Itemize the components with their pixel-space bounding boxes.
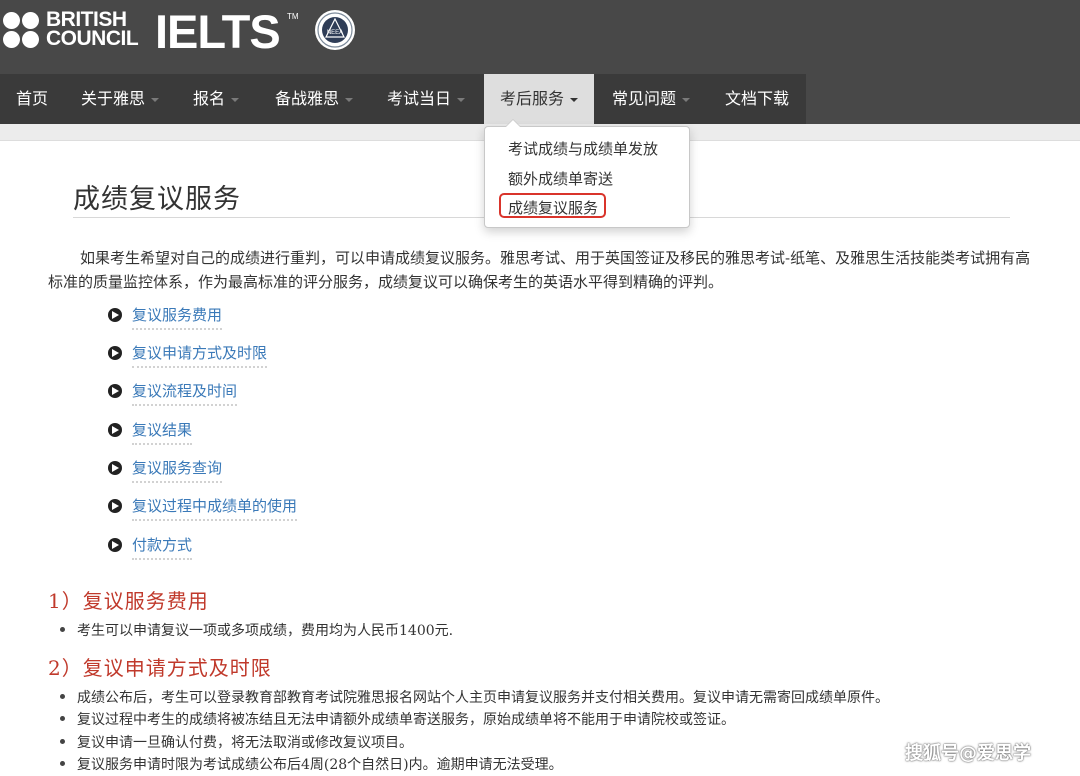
- main-nav: 首页 关于雅思 报名 备战雅思 考试当日 考后服务 常见问题 文档下载: [0, 74, 806, 124]
- nav-item-downloads[interactable]: 文档下载: [709, 74, 805, 124]
- list-item: 复议申请一旦确认付费，将无法取消或修改复议项目。: [60, 733, 413, 753]
- section-heading-fee: 1）复议服务费用: [48, 589, 209, 613]
- nav-item-prepare[interactable]: 备战雅思: [259, 74, 369, 124]
- arrow-circle-right-icon: [108, 423, 122, 437]
- arrow-circle-right-icon: [108, 308, 122, 322]
- toc-link[interactable]: 付款方式: [132, 534, 193, 560]
- list-item: 复议服务申请时限为考试成绩公布后4周(28个自然日)内。逾期申请无法受理。: [60, 755, 563, 775]
- arrow-circle-right-icon: [108, 461, 122, 475]
- toc-link[interactable]: 复议结果: [132, 419, 193, 445]
- nav-item-test-day[interactable]: 考试当日: [371, 74, 481, 124]
- ielts-trademark: TM: [287, 12, 299, 21]
- chevron-down-icon: [345, 97, 354, 102]
- arrow-circle-right-icon: [108, 499, 122, 513]
- nav-item-register[interactable]: 报名: [177, 74, 255, 124]
- page-title: 成绩复议服务: [73, 184, 241, 215]
- chevron-down-icon: [231, 97, 240, 102]
- chevron-down-icon: [570, 97, 579, 102]
- ielts-logo[interactable]: IELTS: [155, 6, 281, 58]
- list-item: 考生可以申请复议一项或多项成绩，费用均为人民币1400元.: [60, 621, 453, 641]
- dropdown-item-scores[interactable]: 考试成绩与成绩单发放: [508, 138, 658, 159]
- dropdown-item-extra-trf[interactable]: 额外成绩单寄送: [508, 168, 613, 189]
- arrow-circle-right-icon: [108, 384, 122, 398]
- nav-item-home[interactable]: 首页: [0, 74, 64, 124]
- chevron-down-icon: [682, 97, 691, 102]
- bullet-icon: [60, 738, 65, 744]
- toc-link[interactable]: 复议服务费用: [132, 304, 223, 330]
- arrow-circle-right-icon: [108, 538, 122, 552]
- british-council-wordmark: BRITISH COUNCIL: [46, 8, 139, 50]
- toc-link[interactable]: 复议服务查询: [132, 457, 223, 483]
- toc-link[interactable]: 复议过程中成绩单的使用: [132, 495, 298, 521]
- bullet-icon: [60, 626, 65, 632]
- british-council-dots-icon: [3, 12, 41, 50]
- chevron-down-icon: [151, 97, 160, 102]
- neea-seal-icon: NEEA: [315, 10, 355, 50]
- svg-text:NEEA: NEEA: [327, 30, 343, 36]
- british-council-logo[interactable]: BRITISH COUNCIL: [3, 8, 139, 52]
- toc-link[interactable]: 复议申请方式及时限: [132, 342, 268, 368]
- nav-filler: [806, 74, 1080, 124]
- list-item: 复议过程中考生的成绩将被冻结且无法申请额外成绩单寄送服务，原始成绩单将不能用于申…: [60, 710, 735, 730]
- bullet-icon: [60, 760, 65, 766]
- site-header: BRITISH COUNCIL IELTS TM NEEA: [0, 0, 1080, 74]
- toc-link[interactable]: 复议流程及时间: [132, 380, 238, 406]
- chevron-down-icon: [457, 97, 466, 102]
- nav-item-after-test[interactable]: 考后服务: [484, 74, 594, 124]
- nav-item-about[interactable]: 关于雅思: [65, 74, 175, 124]
- list-item: 成绩公布后，考生可以登录教育部教育考试院雅思报名网站个人主页申请复议服务并支付相…: [60, 688, 889, 708]
- intro-paragraph: 如果考生希望对自己的成绩进行重判，可以申请成绩复议服务。雅思考试、用于英国签证及…: [48, 249, 1031, 291]
- watermark: 搜狐号@爱思学: [905, 743, 1031, 764]
- arrow-circle-right-icon: [108, 346, 122, 360]
- bullet-icon: [60, 693, 65, 699]
- highlight-box: [499, 193, 606, 218]
- section-heading-application: 2）复议申请方式及时限: [48, 656, 272, 680]
- bullet-icon: [60, 715, 65, 721]
- nav-item-faq[interactable]: 常见问题: [596, 74, 706, 124]
